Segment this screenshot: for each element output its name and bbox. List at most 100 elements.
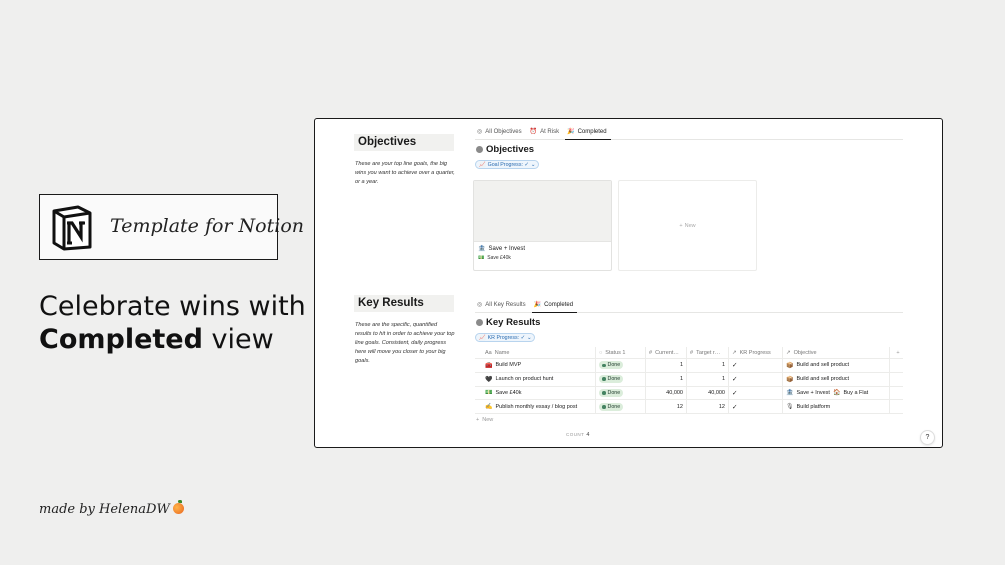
made-by-text: made by HelenaDW: [39, 502, 170, 517]
count-value: 4: [586, 432, 590, 438]
bank-icon: 🏦: [478, 246, 486, 252]
row-name: Build MVP: [495, 362, 522, 369]
kr-progress-check: ✓: [732, 389, 738, 397]
tab-all-objectives[interactable]: ◎ All Objectives: [475, 126, 526, 139]
chevron-down-icon: ⌄: [530, 161, 536, 168]
kr-progress-filter[interactable]: 📈 KR Progress: ✓ ⌄: [475, 333, 536, 342]
headline-rest: view: [202, 324, 274, 355]
kr-progress-check: ✓: [732, 362, 738, 370]
chart-icon: ↗: [732, 349, 737, 356]
row-name: Save £40k: [495, 389, 522, 396]
column-header-current[interactable]: # Current…: [645, 347, 686, 358]
row-name: Launch on product hunt: [495, 376, 554, 383]
current-value: 12: [645, 400, 686, 414]
objectives-db-title: Objectives: [476, 144, 534, 155]
table-row[interactable]: 🧰 Build MVP Done 1 1 ✓ 📦 Build and sell pr…: [475, 359, 903, 373]
objective-link[interactable]: Save + Invest: [796, 390, 829, 396]
column-header-name[interactable]: Aa Name: [475, 347, 595, 358]
money-icon: 💵: [478, 255, 485, 261]
target-icon: [476, 319, 483, 326]
tab-completed-key-results[interactable]: 🎉 Completed: [531, 299, 578, 313]
bank-icon: 🏦: [786, 390, 794, 397]
tab-all-key-results[interactable]: ◎ All Key Results: [475, 299, 530, 312]
logo-text: Template for Notion: [110, 215, 304, 237]
key-results-db-title: Key Results: [476, 317, 540, 328]
package-icon: 📦: [786, 376, 794, 383]
current-value: 1: [645, 372, 686, 386]
peach-icon: [172, 500, 184, 514]
objectives-side-desc: These are your top line goals, the big w…: [355, 161, 455, 185]
package-icon: 📦: [786, 362, 794, 369]
card-name: 🏦 Save + Invest: [478, 245, 526, 253]
notion-logo-box: Template for Notion: [39, 194, 304, 260]
card-cover: [474, 181, 611, 242]
key-results-table: Aa Name ◌ Status 1 # Current… # Target r… ↗ K…: [475, 347, 903, 415]
key-results-tabs: ◎ All Key Results 🎉 Completed: [475, 299, 903, 313]
toolbox-icon: 🧰: [485, 362, 493, 369]
plus-icon: +: [679, 222, 683, 229]
new-objective-card[interactable]: + New: [618, 180, 757, 271]
help-button[interactable]: ?: [920, 430, 935, 445]
objectives-side-title: Objectives: [354, 134, 454, 151]
status-icon: ◌: [599, 349, 603, 356]
notion-screenshot-frame: Objectives These are your top line goals…: [314, 118, 943, 448]
text-icon: Aa: [485, 349, 492, 356]
key-results-side-title: Key Results: [354, 295, 454, 312]
heart-icon: 🖤: [485, 376, 493, 383]
objective-link[interactable]: Buy a Flat: [843, 390, 868, 396]
kr-progress-check: ✓: [732, 403, 738, 411]
tab-completed-objectives[interactable]: 🎉 Completed: [565, 126, 611, 140]
target-value: 1: [686, 372, 728, 386]
party-popper-icon: 🎉: [567, 129, 575, 135]
money-icon: 💵: [485, 390, 493, 397]
row-name: Publish monthly essay / blog post: [495, 403, 578, 410]
table-row[interactable]: ✍ Publish monthly essay / blog post Done …: [475, 400, 903, 415]
relation-icon: ↗: [786, 349, 791, 356]
target-icon: [476, 146, 483, 153]
table-row[interactable]: 🖤 Launch on product hunt Done 1 1 ✓ 📦 Buil…: [475, 372, 903, 387]
tab-at-risk[interactable]: ⏰ At Risk: [528, 126, 564, 139]
column-header-objective[interactable]: ↗ Objective: [782, 347, 889, 358]
target-value: 1: [686, 359, 728, 372]
house-icon: 🏠: [832, 390, 841, 397]
new-row-button[interactable]: + New: [476, 417, 493, 423]
party-popper-icon: 🎉: [533, 302, 542, 308]
add-column-button[interactable]: +: [889, 347, 903, 358]
objective-link[interactable]: Build and sell product: [796, 362, 849, 368]
number-icon: #: [690, 349, 694, 356]
made-by-credit: made by HelenaDW: [39, 500, 184, 517]
goal-progress-filter[interactable]: 📈 Goal Progress: ✓ ⌄: [475, 160, 540, 169]
alarm-icon: ⏰: [529, 129, 538, 135]
table-header-row: Aa Name ◌ Status 1 # Current… # Target r… ↗ K…: [475, 347, 903, 359]
target-value: 40,000: [686, 386, 728, 400]
status-badge: Done: [599, 361, 624, 370]
number-icon: #: [649, 349, 653, 356]
current-value: 40,000: [645, 386, 686, 400]
table-row[interactable]: 💵 Save £40k Done 40,000 40,000 ✓ 🏦 Save + …: [475, 386, 903, 401]
pen-icon: ✍: [485, 404, 493, 411]
column-header-target[interactable]: # Target r…: [686, 347, 728, 358]
chart-icon: 📈: [479, 334, 486, 341]
chevron-down-icon: ⌄: [527, 334, 532, 341]
status-badge: Done: [599, 388, 624, 397]
column-header-kr-progress[interactable]: ↗ KR Progress: [728, 347, 782, 358]
notion-logo-icon: [52, 205, 92, 251]
headline-line1: Celebrate wins with: [39, 291, 306, 322]
plus-icon: +: [476, 417, 480, 423]
objectives-tabs: ◎ All Objectives ⏰ At Risk 🎉 Completed: [475, 126, 903, 140]
objective-card[interactable]: 🏦 Save + Invest 💵 Save £40k: [473, 180, 612, 271]
status-badge: Done: [599, 375, 624, 384]
current-value: 1: [645, 359, 686, 372]
target-icon: ◎: [477, 302, 483, 308]
kr-progress-check: ✓: [732, 376, 738, 384]
status-badge: Done: [599, 402, 624, 411]
key-results-side-desc: These are the specific, quantified resul…: [355, 322, 455, 364]
objective-link[interactable]: Build and sell product: [796, 376, 849, 382]
card-key-result: 💵 Save £40k: [478, 255, 511, 261]
row-count: COUNT 4: [566, 432, 590, 438]
objective-link[interactable]: Build platform: [797, 404, 831, 410]
column-header-status[interactable]: ◌ Status 1: [595, 347, 645, 358]
headline-bold: Completed: [39, 324, 203, 355]
target-value: 12: [686, 400, 728, 414]
target-icon: ◎: [477, 129, 483, 135]
